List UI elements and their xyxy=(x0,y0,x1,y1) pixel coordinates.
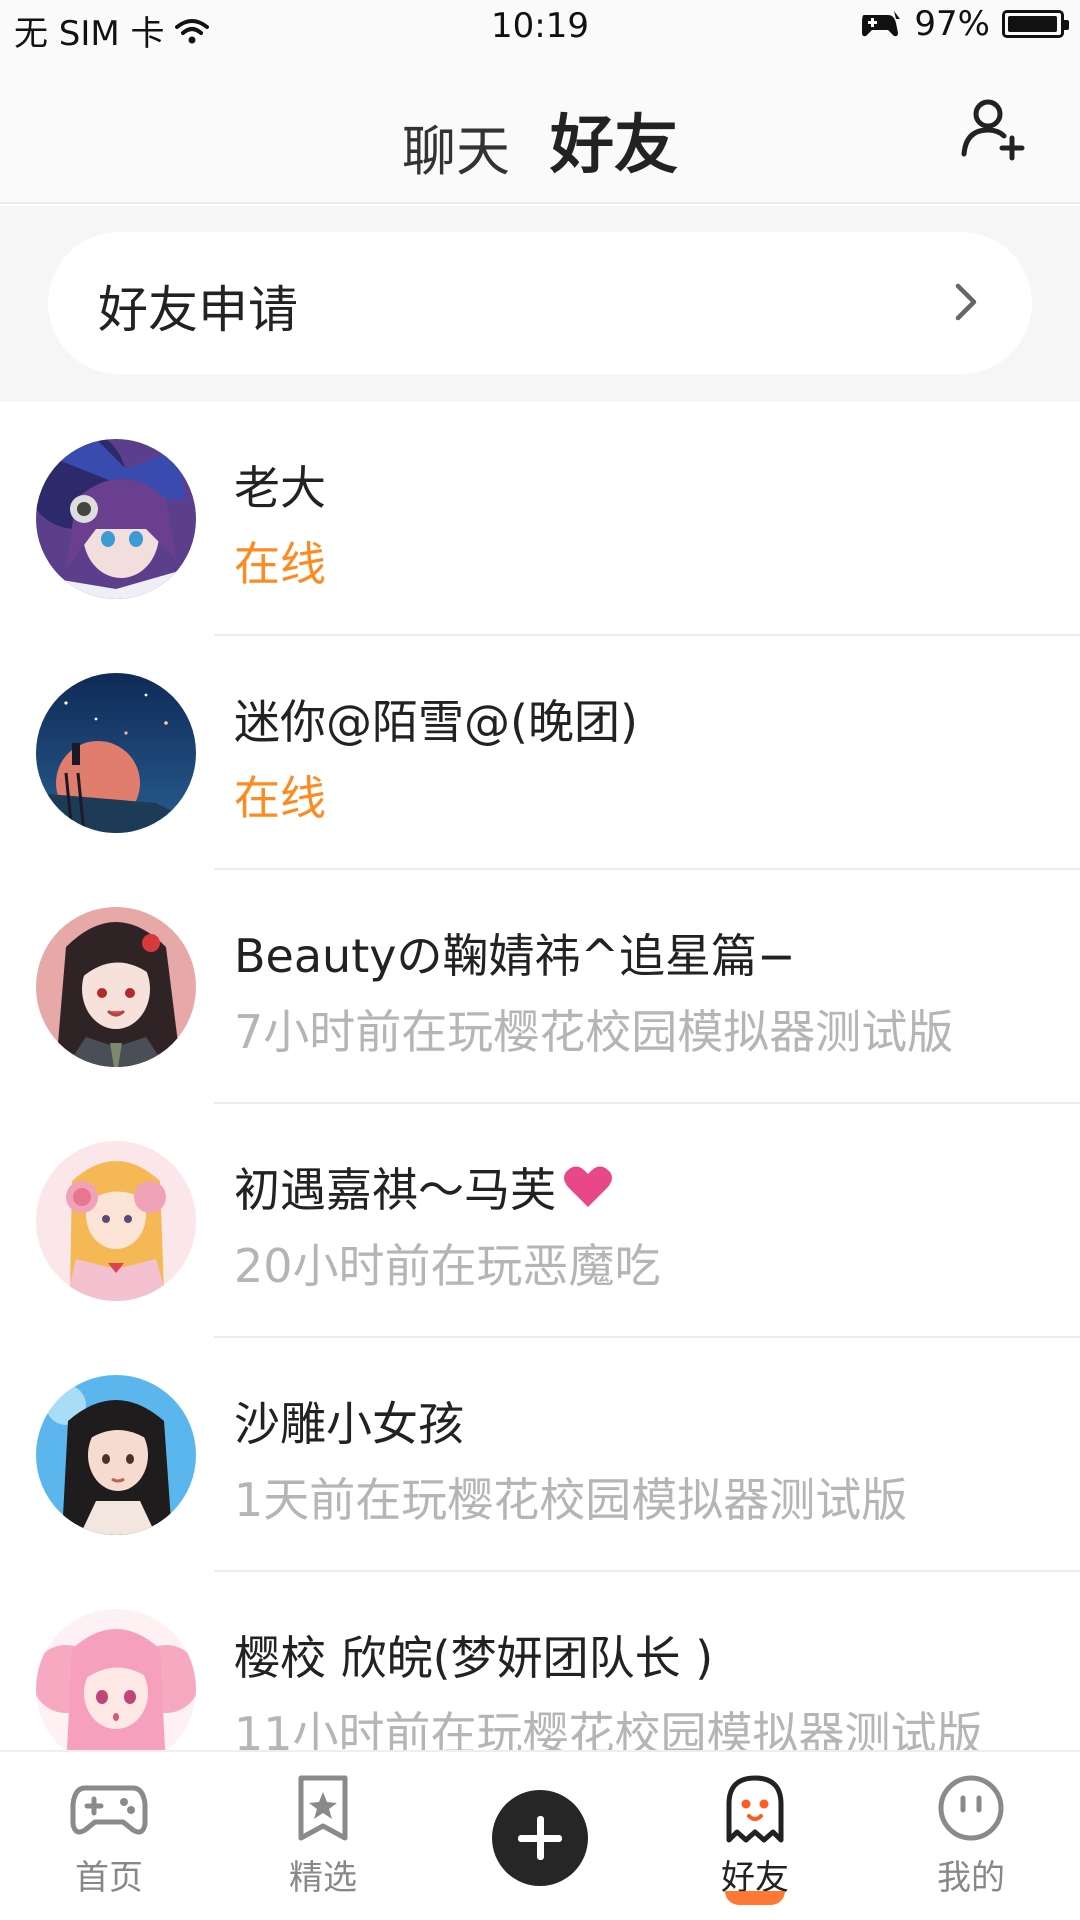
tab-bar: 聊天 好友 xyxy=(0,94,1080,252)
chevron-right-icon xyxy=(955,283,977,321)
gamepad-icon xyxy=(70,1785,148,1835)
friend-request-button[interactable]: 好友申请 xyxy=(48,232,1032,374)
friend-list: 老大 在线 迷你@陌雪@(晚团) 在线 Beautyの鞠婧祎^追星篇− 7小时前… xyxy=(0,402,1080,1750)
friend-name: 沙雕小女孩 xyxy=(234,1397,464,1451)
nav-featured[interactable]: 精选 xyxy=(248,1774,398,1899)
nav-home[interactable]: 首页 xyxy=(34,1774,184,1899)
avatar-pink-hair-girl[interactable] xyxy=(36,1609,196,1750)
friend-row[interactable]: 迷你@陌雪@(晚团) 在线 xyxy=(0,636,1080,870)
friend-status: 7小时前在玩樱花校园模拟器测试版 xyxy=(234,1005,954,1059)
nav-friends[interactable]: 好友 xyxy=(680,1774,830,1905)
friend-name: 初遇嘉祺〜马芙 xyxy=(234,1154,614,1220)
tab-friends[interactable]: 好友 xyxy=(550,94,678,252)
friend-status: 在线 xyxy=(234,771,326,825)
battery-icon xyxy=(1002,10,1069,38)
nav-home-label: 首页 xyxy=(75,1858,143,1898)
friend-row[interactable]: Beautyの鞠婧祎^追星篇− 7小时前在玩樱花校园模拟器测试版 xyxy=(0,870,1080,1104)
friend-request-label: 好友申请 xyxy=(98,281,298,339)
friend-status: 1天前在玩樱花校园模拟器测试版 xyxy=(234,1473,908,1527)
ghost-icon xyxy=(726,1775,784,1843)
friend-row[interactable]: 沙雕小女孩 1天前在玩樱花校园模拟器测试版 xyxy=(0,1338,1080,1572)
face-icon xyxy=(938,1775,1004,1841)
star-bookmark-icon xyxy=(298,1775,348,1841)
header: 聊天 好友 xyxy=(0,54,1080,252)
friend-name: 迷你@陌雪@(晚团) xyxy=(234,695,638,749)
tab-friends-label: 好友 xyxy=(550,109,678,183)
active-nav-indicator xyxy=(725,1891,785,1905)
tab-chat[interactable]: 聊天 xyxy=(402,107,510,186)
nav-friends-label: 好友 xyxy=(680,1850,830,1905)
avatar-purple-anime[interactable] xyxy=(36,439,196,599)
status-bar: 无 SIM 卡 10:19 97% xyxy=(0,0,1080,54)
avatar-blue-sky-girl[interactable] xyxy=(36,1375,196,1535)
status-right: 97% xyxy=(858,4,1069,44)
friend-row[interactable]: 初遇嘉祺〜马芙 20小时前在玩恶魔吃 xyxy=(0,1104,1080,1338)
bottom-nav: 首页 精选 好友 我的 xyxy=(0,1750,1080,1920)
friend-status: 11小时前在玩樱花校园模拟器测试版 xyxy=(234,1707,983,1750)
avatar-pink-girl[interactable] xyxy=(36,907,196,1067)
avatar-night-sky[interactable] xyxy=(36,673,196,833)
friend-name: 樱校 欣皖(梦妍团队长 ) xyxy=(234,1631,714,1685)
nav-me-label: 我的 xyxy=(937,1858,1005,1898)
friend-status: 在线 xyxy=(234,537,326,591)
friend-status: 20小时前在玩恶魔吃 xyxy=(234,1239,661,1293)
friend-name: Beautyの鞠婧祎^追星篇− xyxy=(234,929,796,983)
heart-icon xyxy=(564,1166,612,1207)
avatar-headphone-girl[interactable] xyxy=(36,1141,196,1301)
friend-row[interactable]: 樱校 欣皖(梦妍团队长 ) 11小时前在玩樱花校园模拟器测试版 xyxy=(0,1572,1080,1750)
friend-name-text: 初遇嘉祺〜马芙 xyxy=(234,1163,556,1217)
friend-row[interactable]: 老大 在线 xyxy=(0,402,1080,636)
nav-featured-label: 精选 xyxy=(289,1858,357,1898)
add-friend-icon[interactable] xyxy=(958,94,1028,164)
game-mode-icon xyxy=(862,11,901,37)
battery-percent: 97% xyxy=(914,4,990,44)
friend-request-section: 好友申请 xyxy=(0,206,1080,402)
plus-icon[interactable] xyxy=(492,1790,588,1886)
friend-name: 老大 xyxy=(234,461,326,515)
nav-me[interactable]: 我的 xyxy=(896,1774,1046,1899)
battery-fill xyxy=(1008,16,1057,32)
